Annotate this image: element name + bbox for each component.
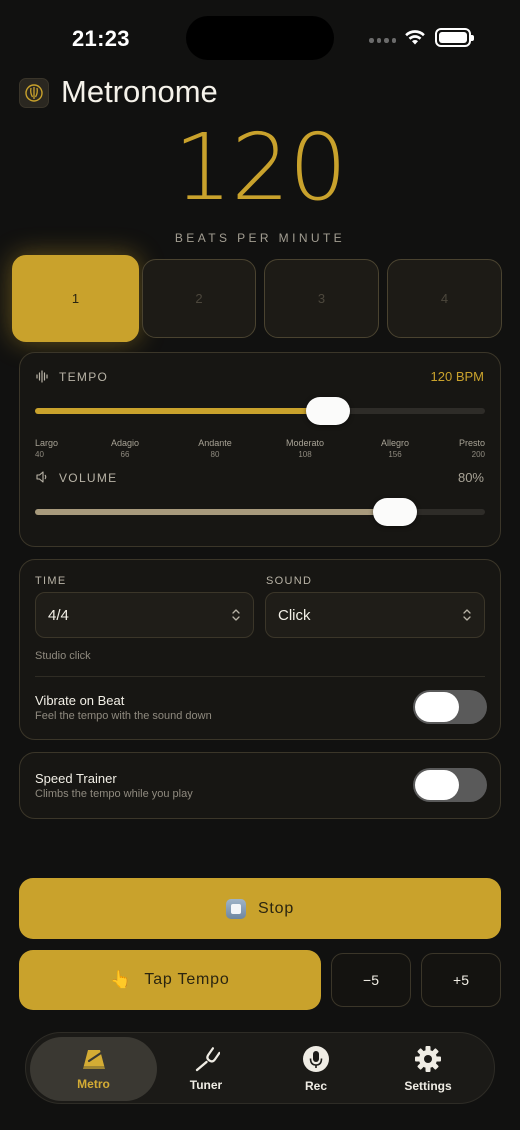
tuning-fork-icon bbox=[195, 1047, 220, 1072]
pointing-hand-icon: 👆 bbox=[110, 970, 133, 989]
beat-3-button[interactable]: 3 bbox=[264, 259, 379, 338]
tempo-marking: Allegro 156 bbox=[381, 438, 409, 460]
metronome-icon bbox=[25, 84, 43, 102]
tempo-markings: Largo 40 Adagio 66 Andante 80 Moderato 108 Alleg… bbox=[35, 438, 485, 462]
tempo-marking-name: Andante bbox=[198, 438, 232, 448]
volume-slider-thumb[interactable] bbox=[373, 498, 417, 526]
battery-icon bbox=[435, 28, 474, 47]
speed-trainer-title: Speed Trainer bbox=[35, 771, 117, 786]
tempo-marking-value: 200 bbox=[471, 450, 485, 459]
tempo-marking: Andante 80 bbox=[198, 438, 232, 460]
speaker-icon bbox=[36, 471, 47, 483]
tempo-marking-value: 66 bbox=[120, 450, 130, 459]
tempo-slider-thumb[interactable] bbox=[305, 397, 350, 425]
beat-1-button[interactable]: 1 bbox=[12, 255, 139, 342]
decrease-tempo-button[interactable]: −5 bbox=[331, 953, 411, 1007]
tempo-marking-value: 40 bbox=[35, 450, 44, 459]
beat-4-button[interactable]: 4 bbox=[387, 259, 502, 338]
tab-tuner[interactable]: Tuner bbox=[161, 1037, 251, 1101]
increase-tempo-button[interactable]: +5 bbox=[421, 953, 501, 1007]
vibrate-toggle[interactable] bbox=[413, 690, 487, 724]
stop-label: Stop bbox=[257, 899, 295, 917]
tab-metro-label: Metro bbox=[77, 1077, 110, 1091]
tempo-marking-name: Moderato bbox=[285, 438, 325, 448]
tab-settings[interactable]: Settings bbox=[383, 1037, 473, 1101]
wifi-icon bbox=[405, 30, 425, 45]
tempo-marking-name: Adagio bbox=[110, 438, 140, 448]
dynamic-island bbox=[186, 16, 334, 60]
tab-metro[interactable]: Metro bbox=[30, 1037, 157, 1101]
chevron-up-down-icon bbox=[232, 609, 240, 621]
tap-tempo-label: Tap Tempo bbox=[144, 971, 230, 988]
tempo-marking: Largo 40 bbox=[35, 438, 58, 460]
volume-label: VOLUME bbox=[59, 471, 118, 485]
time-signature-label: TIME bbox=[35, 575, 67, 587]
gear-icon bbox=[415, 1046, 441, 1072]
tempo-marking-value: 80 bbox=[210, 450, 220, 459]
bpm-display: 120 bbox=[173, 114, 348, 221]
volume-value-text: 80% bbox=[457, 470, 484, 485]
tempo-marking: Adagio 66 bbox=[111, 438, 139, 460]
tempo-slider-fill bbox=[35, 408, 328, 414]
time-signature-value: 4/4 bbox=[48, 606, 69, 624]
cellular-signal-icon bbox=[369, 38, 396, 43]
divider bbox=[35, 676, 485, 677]
tempo-label: TEMPO bbox=[59, 370, 109, 384]
tempo-marking-name: Presto bbox=[458, 438, 485, 448]
status-bar: 21:23 bbox=[0, 0, 520, 76]
app-logo bbox=[19, 78, 49, 108]
waveform-icon bbox=[36, 370, 48, 383]
speed-trainer-toggle[interactable] bbox=[413, 768, 487, 802]
speed-trainer-description: Climbs the tempo while you play bbox=[35, 788, 193, 800]
stop-icon bbox=[225, 898, 246, 919]
toggle-knob bbox=[415, 692, 459, 722]
tempo-marking-name: Allegro bbox=[380, 438, 410, 448]
status-time: 21:23 bbox=[72, 26, 130, 51]
toggle-knob bbox=[415, 770, 459, 800]
time-signature-select[interactable]: 4/4 bbox=[35, 592, 254, 638]
tap-tempo-button[interactable]: 👆 Tap Tempo bbox=[19, 950, 321, 1010]
tempo-marking-value: 108 bbox=[298, 450, 312, 459]
sound-value: Click bbox=[278, 606, 311, 624]
stop-button[interactable]: Stop bbox=[19, 878, 501, 939]
page-title: Metronome bbox=[61, 74, 218, 109]
volume-slider-fill bbox=[35, 509, 395, 515]
tempo-marking-name: Largo bbox=[35, 438, 59, 448]
vibrate-title: Vibrate on Beat bbox=[35, 693, 125, 708]
sound-select[interactable]: Click bbox=[265, 592, 485, 638]
tempo-value-text: 120 BPM bbox=[430, 369, 484, 384]
tempo-marking: Moderato 108 bbox=[286, 438, 324, 460]
tab-rec-label: Rec bbox=[304, 1079, 327, 1093]
beat-2-button[interactable]: 2 bbox=[142, 259, 256, 338]
microphone-icon bbox=[303, 1046, 329, 1072]
sound-description: Studio click bbox=[35, 650, 91, 662]
vibrate-description: Feel the tempo with the sound down bbox=[35, 710, 212, 722]
tab-rec[interactable]: Rec bbox=[271, 1037, 361, 1101]
chevron-up-down-icon bbox=[463, 609, 471, 621]
tempo-marking-value: 156 bbox=[388, 450, 402, 459]
tab-tuner-label: Tuner bbox=[189, 1078, 223, 1092]
tab-bar: Metro Tuner Rec Settings bbox=[25, 1032, 495, 1104]
sound-label: SOUND bbox=[266, 575, 313, 587]
tempo-marking: Presto 200 bbox=[459, 438, 485, 460]
metronome-icon bbox=[82, 1050, 105, 1069]
tab-settings-label: Settings bbox=[404, 1079, 452, 1093]
bpm-caption: BEATS PER MINUTE bbox=[174, 231, 346, 245]
